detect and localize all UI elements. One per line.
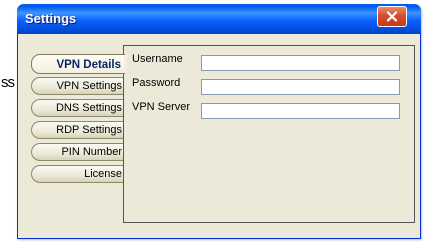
tab-vpn-details[interactable]: VPN Details: [31, 54, 127, 74]
tab-license[interactable]: License: [31, 165, 126, 183]
title-bar[interactable]: Settings: [17, 4, 421, 34]
username-row: Username: [132, 53, 412, 71]
dialog-content: VPN Details VPN Settings DNS Settings RD…: [18, 34, 420, 238]
tab-dns-settings[interactable]: DNS Settings: [31, 99, 126, 117]
password-label: Password: [132, 77, 181, 89]
password-row: Password: [132, 77, 412, 95]
background-partial-text: ss: [1, 74, 15, 91]
vpn-server-row: VPN Server: [132, 101, 412, 119]
username-field[interactable]: [201, 55, 400, 71]
tab-rdp-settings[interactable]: RDP Settings: [31, 121, 126, 139]
password-field[interactable]: [201, 79, 400, 95]
tab-vpn-settings[interactable]: VPN Settings: [31, 77, 126, 95]
tab-pin-number[interactable]: PIN Number: [31, 143, 126, 161]
close-icon: [386, 11, 398, 22]
tab-list: VPN Details VPN Settings DNS Settings RD…: [31, 54, 127, 187]
close-button[interactable]: [377, 6, 407, 27]
vpn-server-field[interactable]: [201, 103, 400, 119]
vpn-details-panel: Username Password VPN Server: [123, 45, 415, 223]
vpn-server-label: VPN Server: [132, 101, 191, 113]
settings-dialog: Settings VPN Details VPN Settings DNS Se…: [17, 4, 421, 239]
username-label: Username: [132, 53, 183, 65]
window-title: Settings: [25, 11, 77, 26]
